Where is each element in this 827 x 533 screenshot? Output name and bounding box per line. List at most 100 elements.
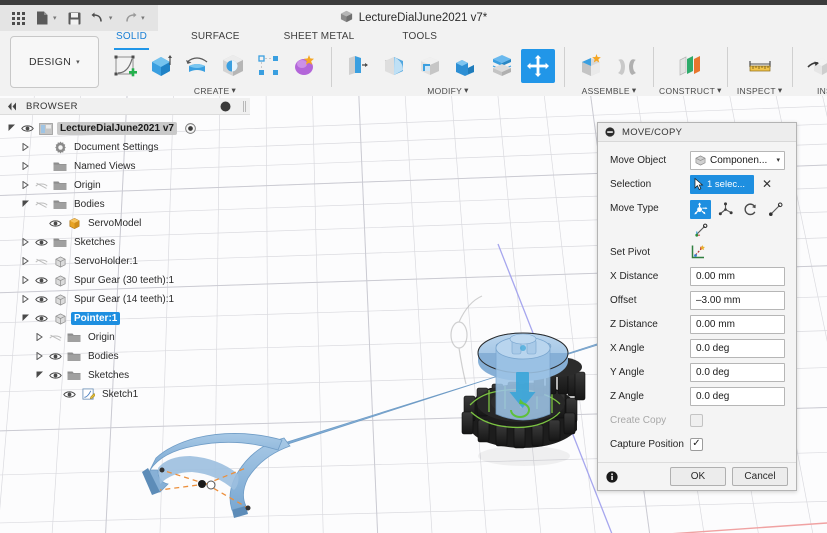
construct-group-label[interactable]: CONSTRUCT ▾ <box>659 85 722 96</box>
chevron-down-icon[interactable] <box>6 124 17 134</box>
active-component-radio[interactable] <box>185 123 196 134</box>
tab-surface[interactable]: SURFACE <box>183 31 248 47</box>
chevron-right-icon[interactable] <box>20 237 31 248</box>
chevron-right-icon[interactable] <box>20 275 31 286</box>
tree-item-sketches[interactable]: Sketches <box>0 233 250 252</box>
pattern-icon[interactable] <box>252 49 286 83</box>
offset-input[interactable]: –3.00 mm <box>690 290 785 310</box>
tree-item-sketches[interactable]: Sketches <box>0 366 250 385</box>
app-grid-icon[interactable] <box>8 8 30 28</box>
joint-icon[interactable] <box>610 49 644 83</box>
z-distance-input[interactable]: 0.00 mm <box>690 314 785 334</box>
eye-hidden-icon[interactable] <box>34 181 49 190</box>
tab-tools[interactable]: TOOLS <box>394 31 445 47</box>
assemble-group-label[interactable]: ASSEMBLE ▾ <box>582 85 637 96</box>
press-pull-icon[interactable] <box>341 49 375 83</box>
measure-icon[interactable] <box>743 49 777 83</box>
tab-sheet-metal[interactable]: SHEET METAL <box>276 31 363 47</box>
insert-group-label[interactable]: INSERT▾ <box>817 85 827 96</box>
eye-hidden-icon[interactable] <box>48 333 63 342</box>
chevron-right-icon[interactable] <box>20 180 31 191</box>
cancel-button[interactable]: Cancel <box>732 467 788 486</box>
eye-visible-icon[interactable] <box>34 295 49 304</box>
chevron-right-icon[interactable] <box>20 161 31 172</box>
eye-hidden-icon[interactable] <box>34 257 49 266</box>
redo-icon[interactable] <box>120 8 142 28</box>
tree-item-servomodel[interactable]: ServoModel <box>0 214 250 233</box>
dialog-titlebar[interactable]: MOVE/COPY <box>598 123 796 142</box>
chevron-right-icon[interactable] <box>20 142 31 153</box>
eye-visible-icon[interactable] <box>48 352 63 361</box>
panel-resize-handle[interactable] <box>243 100 246 112</box>
tree-item-pointer-1[interactable]: Pointer:1 <box>0 309 250 328</box>
form-icon[interactable] <box>288 49 322 83</box>
move-type-free-icon[interactable] <box>690 200 711 219</box>
z-angle-input[interactable]: 0.0 deg <box>690 386 785 406</box>
eye-visible-icon[interactable] <box>34 276 49 285</box>
undo-icon[interactable] <box>87 8 109 28</box>
chevron-down-icon[interactable] <box>20 200 31 210</box>
undo-caret-icon[interactable]: ▾ <box>109 14 118 22</box>
tree-item-spur-gear-30-teeth-1[interactable]: Spur Gear (30 teeth):1 <box>0 271 250 290</box>
tree-item-sketch1[interactable]: Sketch1 <box>0 385 250 404</box>
redo-caret-icon[interactable]: ▾ <box>141 14 150 22</box>
chevron-down-icon[interactable] <box>20 314 31 324</box>
eye-visible-icon[interactable] <box>48 371 63 380</box>
move-type-point-to-position-icon[interactable] <box>690 221 711 240</box>
tree-item-bodies[interactable]: Bodies <box>0 195 250 214</box>
move-type-point-to-point-icon[interactable] <box>765 200 786 219</box>
collapse-dialog-icon[interactable] <box>605 127 615 137</box>
eye-visible-icon[interactable] <box>48 219 63 228</box>
eye-hidden-icon[interactable] <box>34 200 49 209</box>
sphere-icon[interactable] <box>216 49 250 83</box>
tree-item-spur-gear-14-teeth-1[interactable]: Spur Gear (14 teeth):1 <box>0 290 250 309</box>
create-group-label[interactable]: CREATE ▾ <box>194 85 236 96</box>
set-pivot-icon[interactable] <box>690 244 706 260</box>
x-angle-input[interactable]: 0.0 deg <box>690 338 785 358</box>
tab-solid[interactable]: SOLID <box>108 31 155 50</box>
eye-visible-icon[interactable] <box>20 124 35 133</box>
tree-item-named-views[interactable]: Named Views <box>0 157 250 176</box>
selection-button[interactable]: 1 selec... <box>690 174 754 194</box>
chevron-right-icon[interactable] <box>34 351 45 362</box>
modify-group-label[interactable]: MODIFY ▾ <box>427 85 468 96</box>
eye-visible-icon[interactable] <box>34 314 49 323</box>
design-workspace-button[interactable]: DESIGN ▾ <box>10 36 99 88</box>
chevron-right-icon[interactable] <box>34 332 45 343</box>
ok-button[interactable]: OK <box>670 467 726 486</box>
eye-visible-icon[interactable] <box>62 390 77 399</box>
move-type-translate-icon[interactable] <box>715 200 736 219</box>
combine-icon[interactable] <box>449 49 483 83</box>
info-icon[interactable] <box>606 470 618 483</box>
revolve-icon[interactable] <box>180 49 214 83</box>
offset-plane-icon[interactable] <box>673 49 707 83</box>
display-settings-icon[interactable] <box>220 101 231 112</box>
chevron-down-icon[interactable] <box>34 371 45 381</box>
chevron-right-icon[interactable] <box>20 256 31 267</box>
new-component-icon[interactable] <box>574 49 608 83</box>
collapse-left-icon[interactable] <box>7 102 18 111</box>
tree-item-servoholder-1[interactable]: ServoHolder:1 <box>0 252 250 271</box>
tree-item-bodies[interactable]: Bodies <box>0 347 250 366</box>
capture-position-checkbox[interactable]: ✓ <box>690 437 703 451</box>
extrude-icon[interactable] <box>144 49 178 83</box>
tree-item-origin[interactable]: Origin <box>0 176 250 195</box>
save-icon[interactable] <box>64 8 86 28</box>
new-file-caret-icon[interactable]: ▾ <box>53 14 62 22</box>
inspect-group-label[interactable]: INSPECT ▾ <box>737 85 783 96</box>
tree-item-origin[interactable]: Origin <box>0 328 250 347</box>
create-sketch-icon[interactable] <box>108 49 142 83</box>
insert-derive-icon[interactable] <box>802 49 827 83</box>
shell-icon[interactable] <box>413 49 447 83</box>
chevron-right-icon[interactable] <box>20 294 31 305</box>
x-distance-input[interactable]: 0.00 mm <box>690 266 785 286</box>
eye-visible-icon[interactable] <box>34 238 49 247</box>
move-copy-icon[interactable] <box>521 49 555 83</box>
y-angle-input[interactable]: 0.0 deg <box>690 362 785 382</box>
clear-selection-icon[interactable]: ✕ <box>760 177 774 191</box>
tree-item-document-settings[interactable]: Document Settings <box>0 138 250 157</box>
move-object-select[interactable]: Componen... ▾ <box>690 150 785 170</box>
fillet-icon[interactable] <box>377 49 411 83</box>
split-face-icon[interactable] <box>485 49 519 83</box>
tree-item-lecturedialjune2021-v7[interactable]: LectureDialJune2021 v7 <box>0 119 250 138</box>
